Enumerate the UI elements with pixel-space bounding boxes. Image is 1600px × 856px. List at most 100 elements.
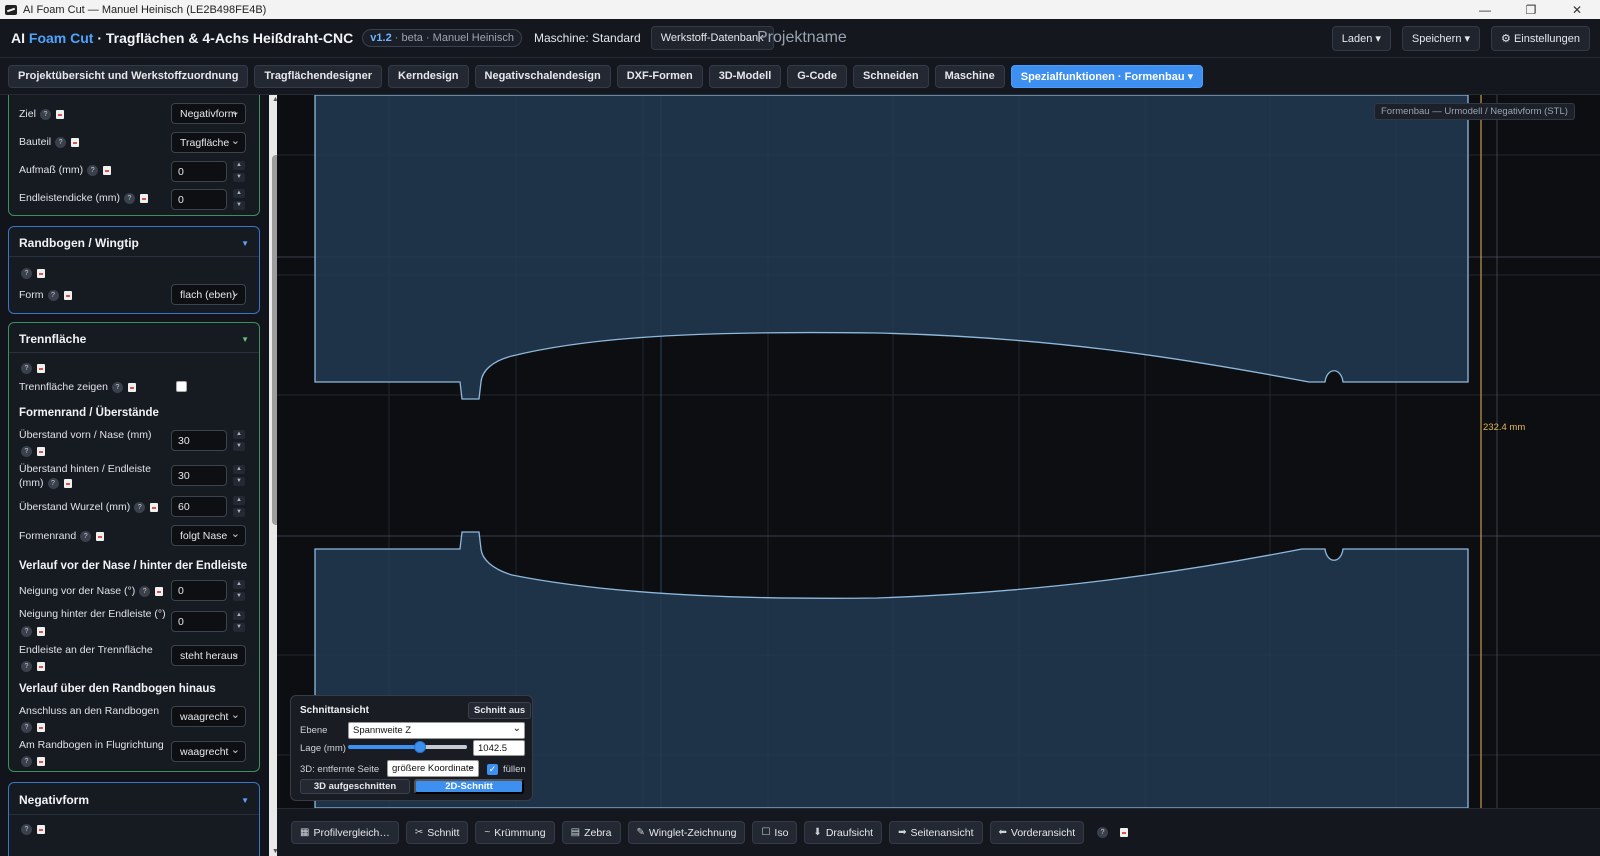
doc-icon[interactable] bbox=[37, 447, 45, 457]
overhang-root-input[interactable]: 60 bbox=[171, 496, 227, 517]
doc-icon[interactable] bbox=[37, 662, 45, 672]
doc-icon[interactable] bbox=[1120, 828, 1129, 837]
slider-knob[interactable] bbox=[414, 741, 426, 753]
doc-icon[interactable] bbox=[150, 502, 159, 512]
doc-icon[interactable] bbox=[139, 193, 148, 203]
material-database-button[interactable]: Werkstoff-Datenbank bbox=[650, 26, 774, 50]
chevron-down-icon[interactable]: ▼ bbox=[241, 796, 249, 805]
help-icon[interactable]: ? bbox=[87, 164, 99, 176]
help-icon[interactable]: ? bbox=[21, 363, 32, 375]
tab-machine[interactable]: Maschine bbox=[934, 64, 1005, 88]
help-icon[interactable]: ? bbox=[55, 136, 67, 148]
tab-gcode[interactable]: G-Code bbox=[787, 64, 847, 88]
help-icon[interactable]: ? bbox=[21, 722, 32, 734]
help-icon[interactable]: ? bbox=[39, 108, 51, 120]
help-icon[interactable]: ? bbox=[21, 268, 32, 280]
settings-button[interactable]: ⚙ Einstellungen bbox=[1491, 25, 1590, 51]
fill-checkbox[interactable]: ✓ bbox=[487, 764, 498, 775]
component-select[interactable]: Tragfläche bbox=[171, 132, 246, 153]
chevron-down-icon[interactable]: ▼ bbox=[241, 335, 249, 344]
plane-select[interactable]: Spannweite Z bbox=[348, 722, 525, 739]
doc-icon[interactable] bbox=[37, 269, 45, 279]
section-off-button[interactable]: Schnitt aus bbox=[468, 702, 532, 719]
front-view-button[interactable]: ⬅ Vorderansicht bbox=[989, 821, 1085, 844]
allowance-stepper[interactable]: ▲ ▼ bbox=[232, 161, 246, 182]
load-button[interactable]: Laden ▾ bbox=[1331, 25, 1391, 51]
help-icon[interactable]: ? bbox=[21, 626, 32, 638]
parting-surface-title[interactable]: Trennfläche bbox=[19, 332, 86, 346]
tab-core-design[interactable]: Kerndesign bbox=[388, 64, 469, 88]
allowance-input[interactable]: 0 bbox=[171, 161, 227, 182]
doc-icon[interactable] bbox=[71, 137, 80, 147]
help-icon[interactable]: ? bbox=[47, 477, 59, 489]
save-button[interactable]: Speichern ▾ bbox=[1401, 25, 1481, 51]
help-icon[interactable]: ? bbox=[80, 530, 92, 542]
tab-wing-designer[interactable]: Tragflächendesigner bbox=[254, 64, 383, 88]
help-icon[interactable]: ? bbox=[21, 446, 32, 458]
trailing-edge-thickness-input[interactable]: 0 bbox=[171, 189, 227, 210]
help-icon[interactable]: ? bbox=[111, 381, 123, 393]
top-view-button[interactable]: ⬇ Draufsicht bbox=[804, 821, 883, 844]
wingtip-connection-select[interactable]: waagrecht bbox=[171, 706, 246, 727]
help-icon[interactable]: ? bbox=[123, 192, 135, 204]
overhang-root-stepper[interactable]: ▲ ▼ bbox=[232, 496, 246, 517]
slope-before-nose-stepper[interactable]: ▲ ▼ bbox=[232, 580, 246, 601]
negative-mold-title[interactable]: Negativform bbox=[19, 793, 89, 807]
tab-cutting[interactable]: Schneiden bbox=[852, 64, 929, 88]
mold-edge-select[interactable]: folgt Nase bbox=[171, 525, 246, 546]
help-icon[interactable]: ? bbox=[21, 824, 32, 836]
cut-button[interactable]: ✂ Schnitt bbox=[405, 821, 469, 844]
tab-special-functions[interactable]: Spezialfunktionen · Formenbau ▾ bbox=[1010, 64, 1204, 88]
side-view-button[interactable]: ➡ Seitenansicht bbox=[889, 821, 983, 844]
doc-icon[interactable] bbox=[96, 531, 105, 541]
tab-project-overview[interactable]: Projektübersicht und Werkstoffzuordnung bbox=[8, 64, 249, 88]
show-parting-surface-checkbox[interactable] bbox=[176, 381, 187, 392]
position-slider[interactable] bbox=[348, 741, 467, 753]
iso-view-button[interactable]: ☐ Iso bbox=[752, 821, 798, 844]
help-icon[interactable]: ? bbox=[134, 501, 146, 513]
zebra-button[interactable]: ▤ Zebra bbox=[561, 821, 621, 844]
2d-section-button[interactable]: 2D-Schnitt bbox=[414, 779, 524, 794]
tab-3d-model[interactable]: 3D-Modell bbox=[708, 64, 782, 88]
trailing-edge-thickness-stepper[interactable]: ▲ ▼ bbox=[232, 189, 246, 210]
help-icon[interactable]: ? bbox=[21, 756, 32, 768]
help-icon[interactable]: ? bbox=[21, 661, 32, 673]
doc-icon[interactable] bbox=[155, 586, 164, 596]
wingtip-title[interactable]: Randbogen / Wingtip bbox=[19, 236, 139, 250]
slope-before-nose-input[interactable]: 0 bbox=[171, 580, 227, 601]
close-icon[interactable]: ✕ bbox=[1554, 0, 1600, 19]
doc-icon[interactable] bbox=[37, 757, 45, 767]
maximize-icon[interactable]: ❐ bbox=[1508, 0, 1554, 19]
minimize-icon[interactable]: — bbox=[1462, 0, 1508, 19]
doc-icon[interactable] bbox=[127, 382, 136, 392]
overhang-rear-input[interactable]: 30 bbox=[171, 465, 227, 486]
doc-icon[interactable] bbox=[37, 364, 45, 374]
overhang-front-stepper[interactable]: ▲ ▼ bbox=[232, 430, 246, 451]
winglet-drawing-button[interactable]: ✎ Winglet-Zeichnung bbox=[627, 821, 746, 844]
doc-icon[interactable] bbox=[63, 478, 72, 488]
doc-icon[interactable] bbox=[37, 825, 45, 835]
doc-icon[interactable] bbox=[37, 723, 45, 733]
far-side-select[interactable]: größere Koordinate bbox=[387, 760, 479, 777]
curvature-button[interactable]: ~ Krümmung bbox=[475, 821, 555, 844]
slope-after-trailing-edge-stepper[interactable]: ▲ ▼ bbox=[232, 611, 246, 632]
doc-icon[interactable] bbox=[63, 290, 72, 300]
doc-icon[interactable] bbox=[103, 165, 112, 175]
tab-dxf-shapes[interactable]: DXF-Formen bbox=[616, 64, 703, 88]
doc-icon[interactable] bbox=[55, 109, 64, 119]
profile-compare-button[interactable]: ▦ Profilvergleich… bbox=[291, 821, 399, 844]
overhang-rear-stepper[interactable]: ▲ ▼ bbox=[232, 465, 246, 486]
doc-icon[interactable] bbox=[37, 627, 45, 637]
help-icon[interactable]: ? bbox=[47, 289, 59, 301]
help-icon[interactable]: ? bbox=[139, 585, 151, 597]
target-select[interactable]: Negativform bbox=[171, 103, 246, 124]
position-input[interactable]: 1042.5 bbox=[473, 740, 525, 756]
overhang-front-input[interactable]: 30 bbox=[171, 430, 227, 451]
flight-direction-select[interactable]: waagrecht bbox=[171, 741, 246, 762]
help-icon[interactable]: ? bbox=[1097, 827, 1109, 838]
trailing-edge-parting-select[interactable]: steht heraus bbox=[171, 645, 246, 666]
wingtip-form-select[interactable]: flach (eben) bbox=[171, 284, 246, 305]
project-name[interactable]: Projektname bbox=[757, 29, 847, 47]
chevron-down-icon[interactable]: ▼ bbox=[241, 239, 249, 248]
3d-sectioned-button[interactable]: 3D aufgeschnitten bbox=[300, 779, 410, 794]
